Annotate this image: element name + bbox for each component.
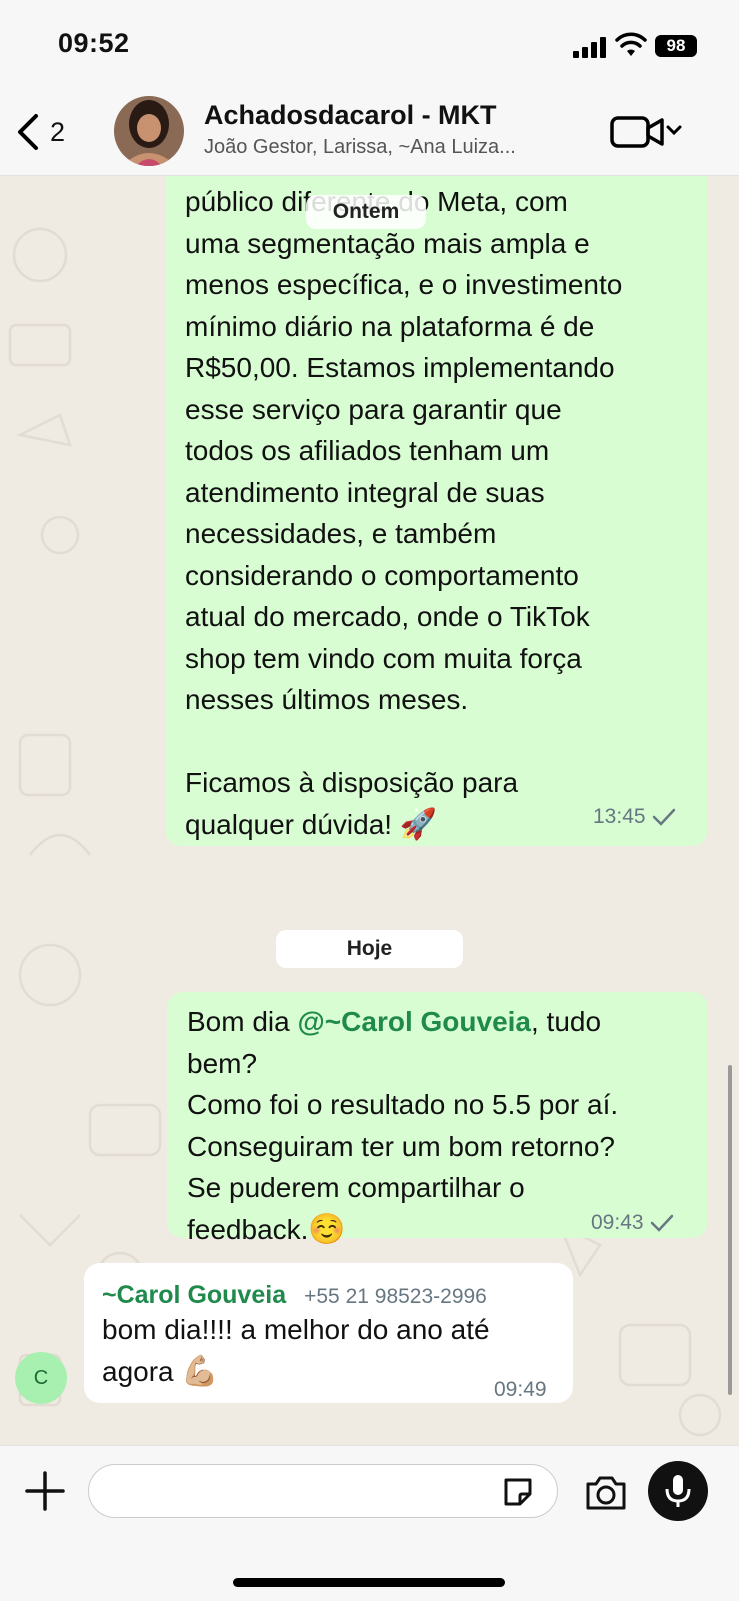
message-meta: 09:49 [494, 1369, 547, 1411]
sender-avatar[interactable]: C [15, 1352, 67, 1404]
sender-name[interactable]: ~Carol Gouveia [102, 1281, 286, 1309]
checkmark-icon [652, 808, 675, 826]
message-meta: 09:43 [591, 1202, 674, 1244]
status-time: 09:52 [58, 28, 130, 58]
signal-icon [573, 36, 607, 58]
mention-link[interactable]: @~Carol Gouveia [298, 1006, 532, 1037]
unread-count: 2 [50, 116, 66, 147]
plus-icon[interactable] [24, 1470, 66, 1512]
message-meta: 13:45 [593, 796, 676, 838]
chevron-down-icon [666, 125, 682, 136]
composer-bar [0, 1445, 739, 1601]
group-members[interactable]: João Gestor, Larissa, ~Ana Luiza... [204, 136, 516, 159]
message-text: público diferente do Meta, com uma segme… [185, 186, 623, 842]
sender-phone: +55 21 98523-2996 [304, 1285, 487, 1308]
scrollbar[interactable] [728, 1065, 732, 1395]
video-call-button[interactable] [610, 112, 690, 152]
message-time: 09:49 [494, 1378, 547, 1401]
camera-icon[interactable] [584, 1470, 628, 1514]
status-bar: 09:52 98 [0, 0, 739, 90]
chat-header: 2 Achadosdacarol - MKT João Gestor, Lari… [0, 90, 739, 176]
back-button[interactable]: 2 [14, 110, 84, 154]
battery-indicator: 98 [655, 35, 697, 57]
sticker-icon[interactable] [500, 1474, 536, 1510]
message-bubble-incoming[interactable]: ~Carol Gouveia +55 21 98523-2996 bom dia!… [84, 1263, 573, 1403]
message-text: bom dia!!!! a melhor do ano até agora 💪🏼 [102, 1314, 490, 1389]
message-time: 13:45 [593, 805, 646, 828]
group-avatar[interactable] [114, 96, 184, 166]
microphone-button[interactable] [648, 1461, 708, 1521]
message-time: 09:43 [591, 1211, 644, 1234]
home-indicator [233, 1578, 505, 1587]
chat-area[interactable]: público diferente do Meta, com uma segme… [0, 175, 739, 1445]
message-input[interactable] [88, 1464, 558, 1518]
rocket-emoji: 🚀 [399, 806, 438, 842]
message-bubble-outgoing[interactable]: público diferente do Meta, com uma segme… [165, 175, 708, 846]
flexed-biceps-emoji: 💪🏼 [181, 1353, 219, 1389]
chevron-left-icon [18, 114, 38, 150]
wifi-icon [615, 32, 647, 56]
video-camera-icon [610, 116, 664, 148]
microphone-icon [665, 1475, 691, 1507]
date-chip-today: Hoje [276, 930, 463, 968]
checkmark-icon [650, 1214, 673, 1232]
smiling-emoji: ☺️ [308, 1211, 346, 1247]
group-title[interactable]: Achadosdacarol - MKT [204, 100, 497, 131]
date-chip-sticky: Ontem [306, 195, 426, 229]
message-bubble-outgoing[interactable]: Bom dia @~Carol Gouveia, tudo bem? Como … [167, 992, 708, 1247]
